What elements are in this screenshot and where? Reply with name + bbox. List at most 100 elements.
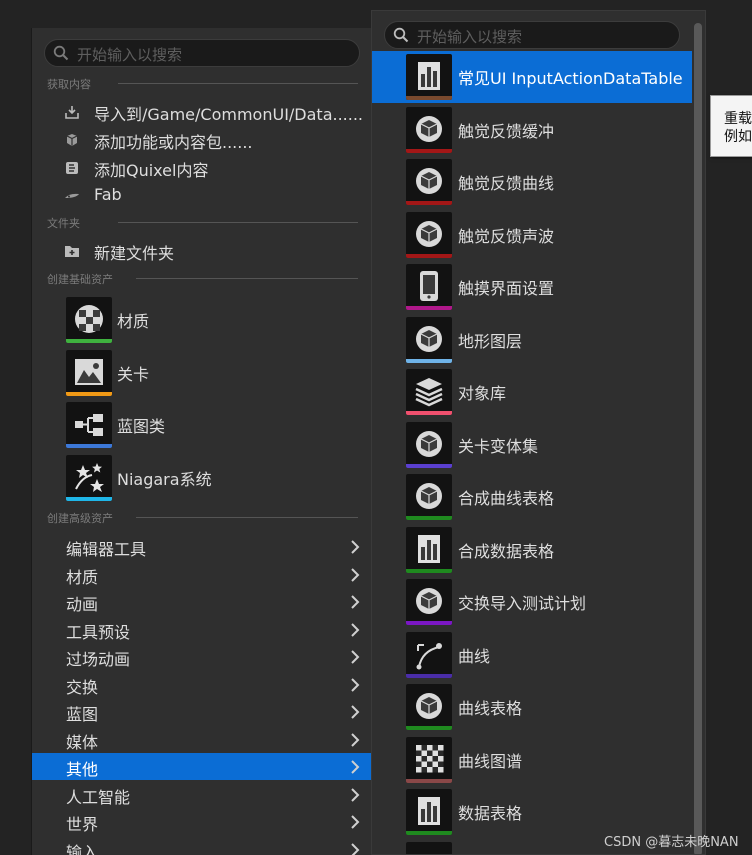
quixel-icon [66,162,78,174]
asset-label: 触觉反馈曲线 [458,174,555,193]
advanced-category-item[interactable]: 人工智能 [32,781,371,808]
advanced-category-item[interactable]: 过场动画 [32,643,371,670]
haptic-feedback-buffer-icon [416,115,442,142]
asset-tile [406,474,452,520]
landscape-layer-icon [416,325,442,352]
niagara-system-asset-item[interactable]: Niagara系统 [66,455,366,503]
chevron-right-icon [351,842,360,855]
asset-label: 触摸界面设置 [458,279,555,298]
asset-color-bar [66,444,112,448]
asset-label: 合成数据表格 [458,541,555,561]
search-icon [53,45,69,61]
advanced-category-item[interactable]: 动画 [32,588,371,615]
submenu-asset-item[interactable]: 对象库 [372,366,692,418]
import-to-menu-item[interactable]: 导入到/Game/CommonUI/Data...... [64,100,364,124]
submenu-asset-item[interactable]: 触摸界面设置 [372,261,692,313]
blueprint-class-icon [75,414,103,436]
asset-color-bar [66,339,112,343]
advanced-category-item[interactable]: 世界 [32,808,371,835]
submenu-asset-item[interactable]: 合成曲线表格 [372,471,692,523]
asset-color-bar [406,463,452,468]
submenu-asset-item[interactable]: 触觉反馈声波 [372,209,692,261]
asset-label: 曲线表格 [458,699,523,718]
asset-tile [406,316,452,363]
advanced-category-item[interactable]: 工具预设 [32,616,371,643]
submenu-asset-item[interactable]: 常见UI InputActionDataTable [372,51,692,103]
add-feature-pack-menu-item[interactable]: 添加功能或内容包...... [64,128,364,152]
chevron-right-icon [351,595,360,609]
submenu-asset-item[interactable]: 触觉反馈缓冲 [372,104,692,156]
advanced-category-item[interactable]: 编辑器工具 [32,533,371,560]
asset-color-bar [406,306,452,310]
blueprint-class-tile [66,402,112,448]
asset-search-input[interactable]: 开始输入以搜索 [44,39,360,67]
submenu-asset-item[interactable]: 合成数据表格 [372,524,692,576]
submenu-asset-item[interactable]: 曲线图谱 [372,734,692,786]
blueprint-class-asset-item[interactable]: 蓝图类 [66,402,366,450]
niagara-system-tile [66,455,112,501]
data-table-icon [418,62,440,90]
object-library-icon [415,378,443,407]
advanced-category-item[interactable]: 交换 [32,671,371,698]
submenu-asset-item[interactable]: 曲线 [372,629,692,681]
chevron-right-icon [351,760,360,774]
add-feature-pack-icon [66,134,78,146]
search-placeholder: 开始输入以搜索 [417,28,523,46]
asset-tile [406,736,452,783]
asset-label: 对象库 [458,384,507,403]
chevron-right-icon [351,815,360,829]
asset-color-bar [406,621,452,625]
advanced-category-label: 蓝图 [66,705,99,724]
material-asset-item[interactable]: 材质 [66,297,366,345]
advanced-category-item[interactable]: 其他 [32,753,371,780]
asset-label: 地形图层 [458,331,523,351]
section-folder: 文件夹 [46,215,358,231]
add-quixel-content-menu-item[interactable]: 添加Quixel内容 [64,156,364,180]
chevron-right-icon [351,705,360,719]
material-icon [75,305,103,333]
asset-tile [406,54,452,100]
asset-label: 常见UI InputActionDataTable [458,69,683,88]
advanced-category-label: 动画 [66,595,99,614]
submenu-asset-item[interactable]: 交换导入测试计划 [372,576,692,628]
asset-label: 交换导入测试计划 [458,594,587,613]
niagara-system-icon [75,463,104,492]
advanced-category-item[interactable]: 媒体 [32,726,371,753]
composite-curve-table-icon [416,483,442,509]
material-tile [66,297,112,343]
asset-color-bar [406,831,452,835]
tooltip-line-2: 例如 [724,129,752,145]
asset-color-bar [406,516,452,520]
fab-menu-item[interactable]: Fab [64,184,364,208]
chevron-right-icon [351,732,360,747]
asset-color-bar [406,726,452,730]
asset-tile [406,789,452,835]
chevron-right-icon [351,787,360,802]
advanced-category-label: 过场动画 [66,650,131,669]
asset-color-bar [406,673,452,678]
advanced-category-label: 输入 [66,842,99,855]
submenu-scrollbar[interactable] [694,23,702,854]
asset-tile [406,579,452,625]
submenu-search-input[interactable]: 开始输入以搜索 [384,21,680,49]
advanced-category-label: 交换 [66,677,99,697]
asset-context-menu: 开始输入以搜索 获取内容 导入到/Game/CommonUI/Data.....… [31,28,371,855]
chevron-right-icon [351,540,360,554]
touch-interface-icon [420,271,438,301]
curve-icon [416,642,442,669]
chevron-right-icon [351,677,360,692]
submenu-asset-item[interactable]: 关卡变体集 [372,419,692,471]
asset-tile [406,421,452,468]
submenu-asset-item[interactable]: 曲线表格 [372,681,692,733]
asset-label: 曲线图谱 [458,751,523,771]
advanced-category-item[interactable]: 材质 [32,561,371,588]
asset-label: 触觉反馈缓冲 [458,121,555,141]
asset-label: 合成曲线表格 [458,489,555,508]
asset-color-bar [66,497,112,501]
advanced-category-item[interactable]: 蓝图 [32,698,371,725]
new-folder-menu-item[interactable]: 新建文件夹 [64,239,364,263]
submenu-asset-item[interactable]: 触觉反馈曲线 [372,156,692,208]
level-asset-item[interactable]: 关卡 [66,350,366,398]
advanced-category-item[interactable]: 输入 [32,836,371,855]
submenu-asset-item[interactable]: 地形图层 [372,314,692,366]
